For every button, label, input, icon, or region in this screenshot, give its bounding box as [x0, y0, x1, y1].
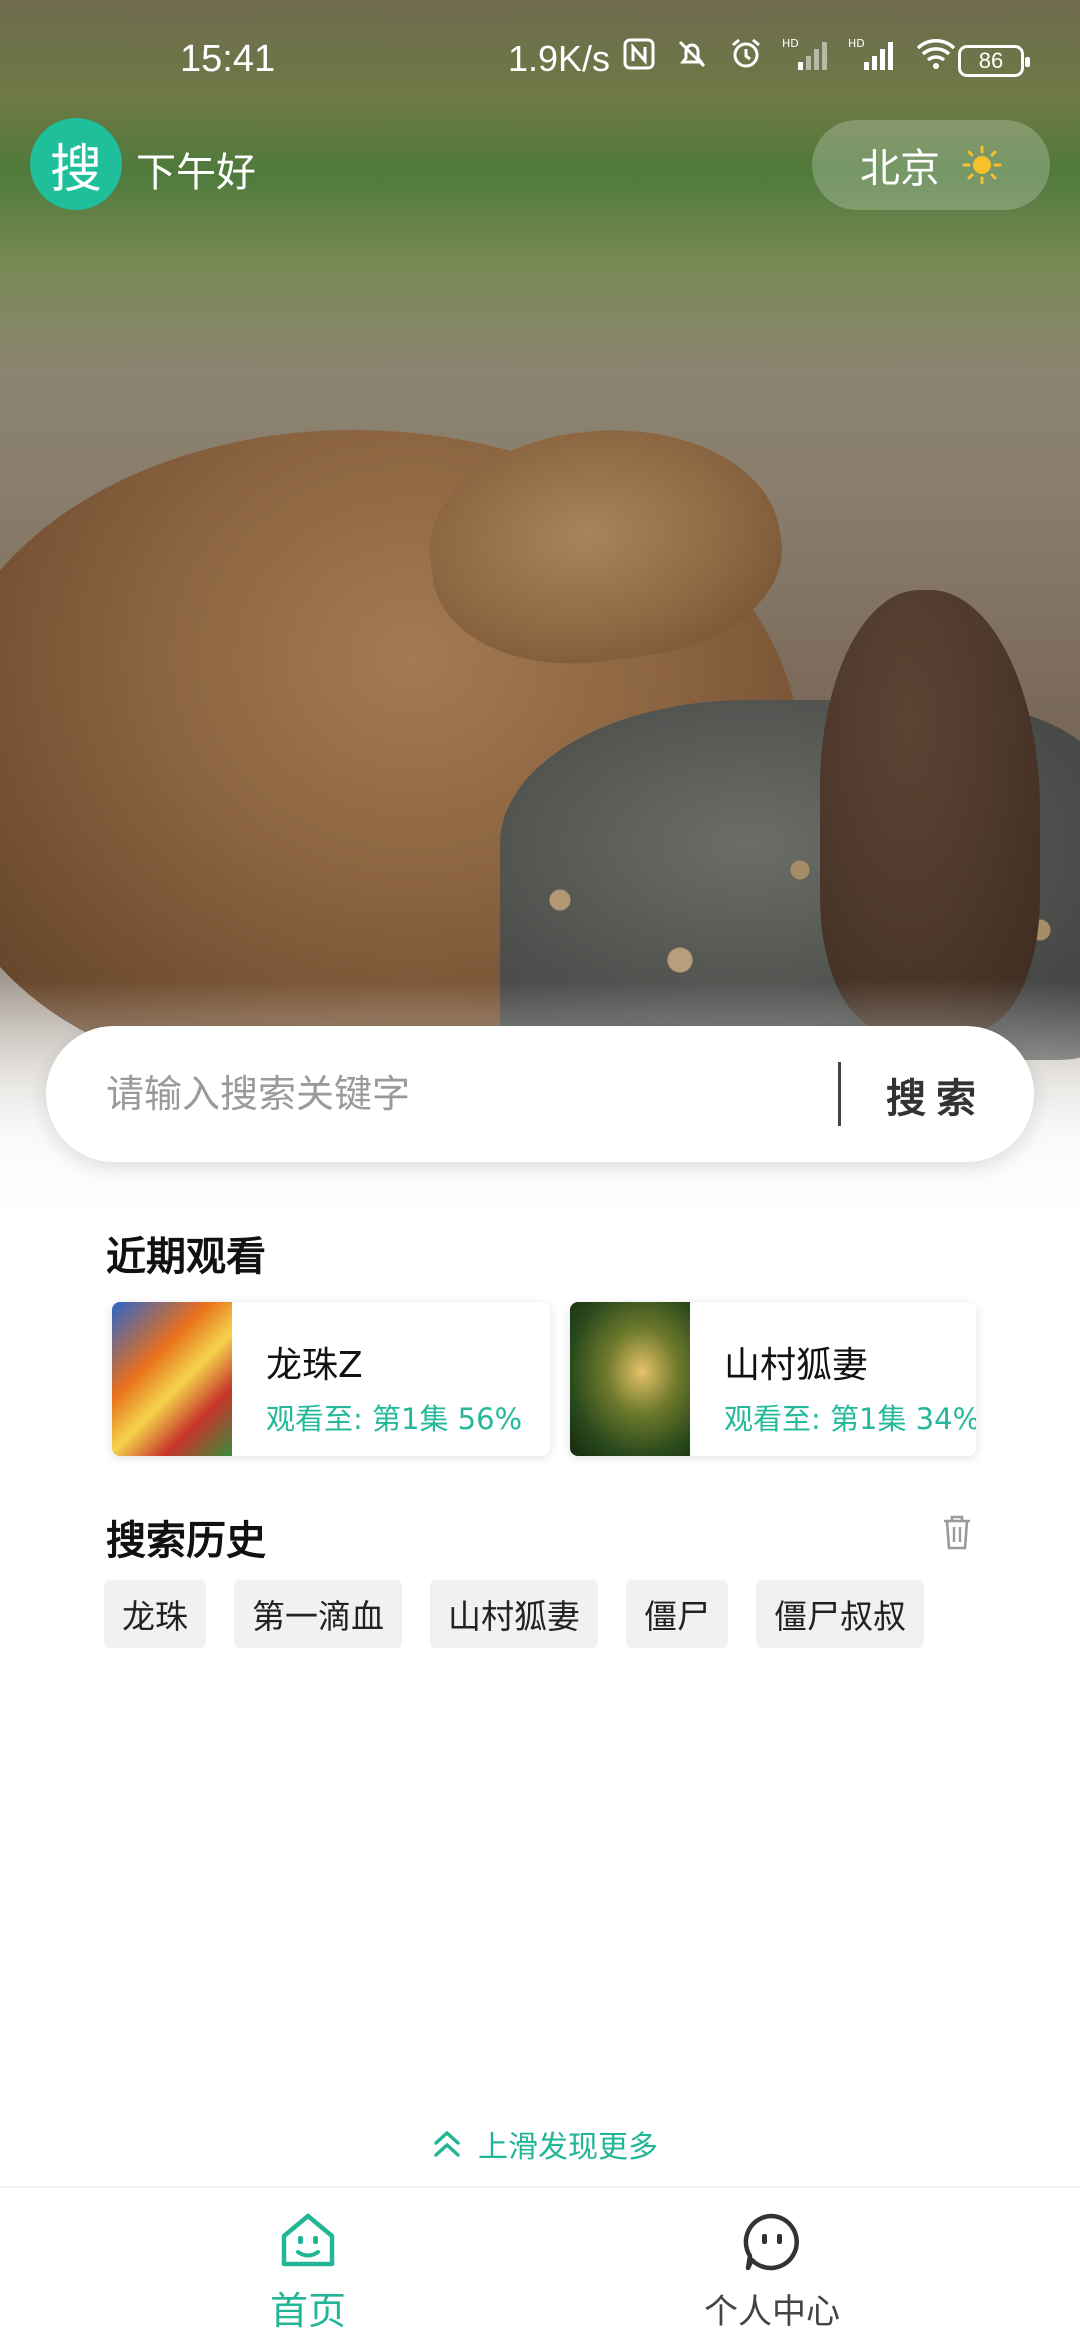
bear-cub — [820, 590, 1040, 1030]
nav-profile-label: 个人中心 — [704, 2292, 840, 2332]
status-bar: 15:41 1.9K/s HD HD 86 — [0, 0, 1080, 120]
nav-home[interactable]: 首页 — [208, 2210, 408, 2335]
history-title: 搜索历史 — [106, 1518, 266, 1564]
card-title: 龙珠Z — [266, 1345, 363, 1386]
network-speed: 1.9K/s — [508, 38, 611, 79]
trash-icon[interactable] — [940, 1512, 974, 1552]
signal-hd-icon: HD — [782, 37, 827, 70]
app-logo[interactable]: 搜 — [30, 118, 122, 210]
search-button[interactable]: 搜索 — [886, 1066, 986, 1124]
bottom-nav: 首页 个人中心 — [0, 2186, 1080, 2340]
history-chip[interactable]: 山村狐妻 — [430, 1580, 598, 1648]
recent-title: 近期观看 — [106, 1234, 266, 1280]
greeting-text: 下午好 — [136, 150, 256, 196]
battery-indicator: 86 — [958, 45, 1030, 77]
city-name: 北京 — [860, 146, 940, 192]
sun-icon — [962, 145, 1002, 185]
card-progress: 观看至: 第1集 56% — [266, 1402, 523, 1436]
svg-text:HD: HD — [782, 37, 799, 50]
search-bar: 搜索 — [46, 1026, 1034, 1162]
alarm-icon — [732, 38, 760, 68]
status-time: 15:41 — [180, 38, 276, 80]
nav-home-label: 首页 — [269, 2289, 346, 2333]
recent-card-2[interactable]: 山村狐妻 观看至: 第1集 34% — [570, 1302, 976, 1456]
history-chip[interactable]: 僵尸 — [626, 1580, 728, 1648]
status-icons: HD HD — [622, 36, 958, 72]
card-title: 山村狐妻 — [724, 1345, 869, 1386]
signal-hd-icon-2: HD — [848, 37, 893, 70]
search-input[interactable] — [106, 1060, 866, 1128]
weather-city-button[interactable]: 北京 — [812, 120, 1050, 210]
slide-more-hint[interactable]: 上滑发现更多 — [430, 2122, 658, 2166]
history-chip[interactable]: 龙珠 — [104, 1580, 206, 1648]
nfc-icon — [623, 38, 655, 70]
history-chip[interactable]: 第一滴血 — [234, 1580, 402, 1648]
nav-profile[interactable]: 个人中心 — [672, 2210, 872, 2333]
svg-text:HD: HD — [848, 37, 865, 50]
profile-face-icon — [743, 2213, 799, 2271]
home-face-icon — [281, 2213, 335, 2267]
search-divider — [838, 1062, 841, 1126]
recent-card-1[interactable]: 龙珠Z 观看至: 第1集 56% — [112, 1302, 550, 1456]
battery-level: 86 — [978, 48, 1004, 73]
slide-more-label: 上滑发现更多 — [478, 2130, 658, 2165]
wifi-icon — [916, 39, 956, 69]
poster-dragonball — [112, 1302, 232, 1456]
double-chevron-up-icon — [434, 2131, 460, 2157]
history-chip[interactable]: 僵尸叔叔 — [756, 1580, 924, 1648]
mute-bell-icon — [678, 40, 706, 68]
poster-fox-wife — [570, 1302, 690, 1456]
logo-char: 搜 — [49, 139, 102, 200]
card-progress: 观看至: 第1集 34% — [724, 1402, 976, 1436]
history-chips: 龙珠 第一滴血 山村狐妻 僵尸 僵尸叔叔 — [104, 1580, 924, 1648]
